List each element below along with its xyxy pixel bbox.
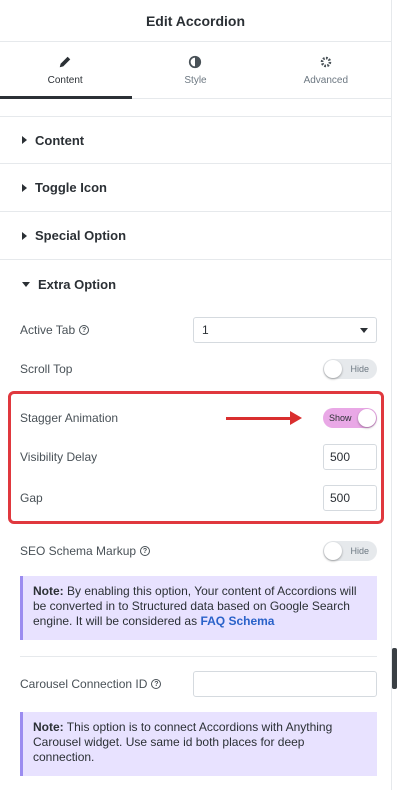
- seo-schema-label-text: SEO Schema Markup: [20, 544, 137, 558]
- seo-schema-control: SEO Schema Markup ? Hide: [20, 541, 377, 561]
- section-extra-option-title: Extra Option: [38, 276, 117, 292]
- carousel-connection-input[interactable]: [193, 671, 377, 697]
- annotation-arrow-head: [290, 411, 302, 425]
- tab-style-label: Style: [184, 74, 207, 86]
- scrollbar-thumb[interactable]: [392, 648, 397, 689]
- switch-knob: [358, 409, 376, 427]
- active-tab-indicator: [0, 96, 132, 99]
- help-icon[interactable]: ?: [140, 546, 151, 556]
- carousel-connection-control: Carousel Connection ID ?: [20, 671, 377, 697]
- stagger-animation-state: Show: [329, 413, 352, 423]
- section-special-option[interactable]: Special Option: [0, 212, 391, 260]
- tab-content[interactable]: Content: [0, 42, 130, 98]
- scroll-top-switch[interactable]: Hide: [323, 359, 377, 379]
- visibility-delay-label: Visibility Delay: [20, 450, 98, 464]
- scroll-top-state: Hide: [350, 364, 369, 374]
- tab-advanced-label: Advanced: [303, 74, 349, 86]
- stagger-animation-control: Stagger Animation Show: [20, 408, 377, 428]
- scroll-top-label: Scroll Top: [20, 362, 73, 376]
- annotation-arrow-line: [226, 417, 292, 420]
- active-tab-value: 1: [202, 323, 209, 337]
- visibility-delay-control: Visibility Delay 500: [20, 444, 377, 470]
- active-tab-label: Active Tab ?: [20, 323, 90, 337]
- section-toggle-icon[interactable]: Toggle Icon: [0, 164, 391, 212]
- divider: [20, 656, 377, 657]
- tab-content-label: Content: [47, 74, 83, 86]
- carousel-connection-label: Carousel Connection ID ?: [20, 677, 162, 691]
- section-extra-option[interactable]: Extra Option: [0, 260, 391, 308]
- switch-knob: [324, 542, 342, 560]
- section-content-title: Content: [35, 132, 85, 148]
- section-special-option-title: Special Option: [35, 228, 127, 243]
- gap-input[interactable]: 500: [323, 485, 377, 511]
- seo-schema-label: SEO Schema Markup ?: [20, 544, 151, 558]
- help-icon[interactable]: ?: [151, 679, 162, 689]
- seo-note: Note: By enabling this option, Your cont…: [20, 576, 377, 640]
- section-toggle-icon-title: Toggle Icon: [35, 180, 107, 195]
- caret-down-icon: [22, 281, 30, 287]
- caret-right-icon: [22, 136, 27, 144]
- caret-right-icon: [22, 231, 27, 240]
- seo-schema-state: Hide: [350, 546, 369, 556]
- active-tab-control: Active Tab ? 1: [20, 317, 377, 343]
- tab-style[interactable]: Style: [130, 42, 260, 98]
- seo-schema-switch[interactable]: Hide: [323, 541, 377, 561]
- section-content[interactable]: Content: [0, 116, 391, 164]
- panel-header: Edit Accordion: [0, 0, 391, 42]
- carousel-connection-label-text: Carousel Connection ID: [20, 677, 148, 691]
- seo-note-prefix: Note:: [33, 584, 64, 598]
- visibility-delay-input[interactable]: 500: [323, 444, 377, 470]
- active-tab-select[interactable]: 1: [193, 317, 377, 343]
- active-tab-label-text: Active Tab: [20, 323, 76, 337]
- page-title: Edit Accordion: [145, 12, 246, 29]
- stagger-animation-switch[interactable]: Show: [323, 408, 377, 428]
- stagger-animation-label: Stagger Animation: [20, 411, 119, 425]
- chevron-down-icon: [360, 327, 368, 333]
- faq-schema-link[interactable]: FAQ Schema: [200, 614, 274, 628]
- gap-label: Gap: [20, 491, 43, 505]
- seo-note-text: By enabling this option, Your content of…: [33, 584, 357, 628]
- carousel-note-text: This option is to connect Accordions wit…: [33, 720, 333, 764]
- gap-control: Gap 500: [20, 485, 377, 511]
- carousel-note: Note: This option is to connect Accordio…: [20, 712, 377, 776]
- carousel-note-prefix: Note:: [33, 720, 64, 734]
- switch-knob: [324, 360, 342, 378]
- scroll-top-control: Scroll Top Hide: [20, 359, 377, 379]
- contrast-icon: [189, 55, 202, 68]
- tab-bar: Content Style Advanced: [0, 42, 391, 99]
- caret-right-icon: [22, 183, 27, 192]
- tab-advanced[interactable]: Advanced: [261, 42, 391, 98]
- help-icon[interactable]: ?: [79, 325, 90, 335]
- pencil-icon: [59, 56, 71, 67]
- gear-icon: [320, 56, 332, 67]
